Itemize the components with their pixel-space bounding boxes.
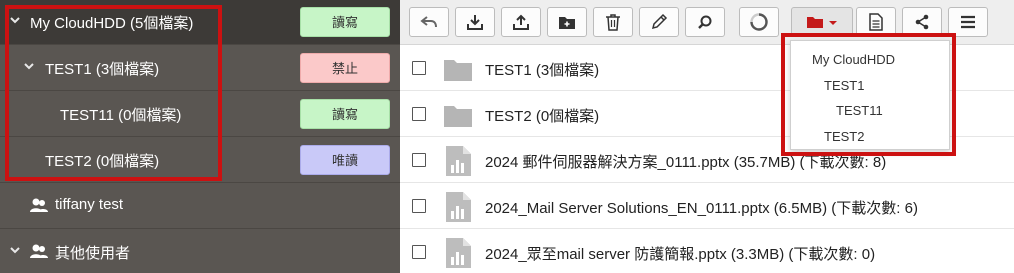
file-name[interactable]: 2024_眾至mail server 防護簡報.pptx (3.3MB) (下載… [485, 243, 875, 264]
back-icon [420, 16, 437, 28]
permission-badge-readwrite[interactable]: 讀寫 [300, 7, 390, 37]
folder-move-icon [807, 17, 837, 28]
sidebar-user-others[interactable]: 其他使用者 [0, 230, 400, 273]
row-checkbox[interactable] [412, 153, 426, 167]
presentation-file-icon [446, 146, 471, 176]
permission-badge-readwrite[interactable]: 讀寫 [300, 99, 390, 129]
upload-icon [513, 14, 529, 30]
row-checkbox[interactable] [412, 245, 426, 259]
download-button[interactable] [455, 7, 495, 37]
chevron-down-icon[interactable] [22, 59, 36, 73]
folder-icon [444, 60, 472, 81]
menu-icon [961, 15, 975, 29]
sidebar-item-test2[interactable]: TEST2 (0個檔案) 唯讀 [0, 138, 400, 183]
file-row[interactable]: 2024_眾至mail server 防護簡報.pptx (3.3MB) (下載… [400, 230, 1014, 273]
chevron-down-icon[interactable] [8, 243, 22, 257]
properties-button[interactable] [856, 7, 896, 37]
pencil-icon [651, 13, 668, 30]
file-name[interactable]: TEST2 (0個檔案) [485, 105, 599, 126]
presentation-file-icon [446, 192, 471, 222]
sidebar-user-tiffany-test[interactable]: tiffany test [0, 184, 400, 229]
menu-button[interactable] [948, 7, 988, 37]
sidebar-item-label: TEST1 (3個檔案) [45, 61, 160, 78]
folder-sidebar: My CloudHDD (5個檔案) 讀寫 TEST1 (3個檔案) 禁止 TE… [0, 0, 400, 273]
document-icon [869, 13, 883, 31]
row-checkbox[interactable] [412, 199, 426, 213]
download-icon [467, 15, 483, 30]
search-icon [698, 15, 712, 29]
row-checkbox[interactable] [412, 61, 426, 75]
row-checkbox[interactable] [412, 107, 426, 121]
file-name[interactable]: 2024 郵件伺服器解決方案_0111.pptx (35.7MB) (下載次數:… [485, 151, 886, 172]
new-folder-button[interactable] [547, 7, 587, 37]
spinner-icon [750, 13, 768, 31]
share-button[interactable] [902, 7, 942, 37]
sidebar-user-label: tiffany test [55, 196, 124, 213]
upload-button[interactable] [501, 7, 541, 37]
permission-badge-readonly[interactable]: 唯讀 [300, 145, 390, 175]
menu-item-test11[interactable]: TEST11 [836, 103, 883, 118]
new-folder-icon [559, 17, 575, 29]
sidebar-user-label: 其他使用者 [55, 245, 131, 262]
sidebar-item-label: My CloudHDD (5個檔案) [30, 15, 194, 32]
chevron-down-icon[interactable] [8, 13, 22, 27]
back-button[interactable] [409, 7, 449, 37]
delete-button[interactable] [593, 7, 633, 37]
sidebar-item-label: TEST2 (0個檔案) [45, 153, 160, 170]
file-name[interactable]: TEST1 (3個檔案) [485, 59, 599, 80]
file-row[interactable]: 2024_Mail Server Solutions_EN_0111.pptx … [400, 184, 1014, 229]
menu-item-my-cloudhdd[interactable]: My CloudHDD [812, 52, 895, 67]
users-icon [30, 244, 48, 258]
refresh-button[interactable] [739, 7, 779, 37]
trash-icon [606, 14, 620, 31]
permission-badge-deny[interactable]: 禁止 [300, 53, 390, 83]
sidebar-item-test1[interactable]: TEST1 (3個檔案) 禁止 [0, 46, 400, 91]
presentation-file-icon [446, 238, 471, 268]
toolbar [400, 0, 1014, 45]
sidebar-item-label: TEST11 (0個檔案) [60, 107, 182, 124]
users-icon [30, 198, 48, 212]
move-to-folder-dropdown-button[interactable] [791, 7, 853, 37]
search-button[interactable] [685, 7, 725, 37]
menu-item-test2[interactable]: TEST2 [824, 129, 864, 144]
move-to-folder-menu: My CloudHDD TEST1 TEST11 TEST2 [790, 40, 950, 150]
file-name[interactable]: 2024_Mail Server Solutions_EN_0111.pptx … [485, 197, 918, 218]
share-icon [915, 14, 929, 30]
sidebar-item-my-cloudhdd[interactable]: My CloudHDD (5個檔案) 讀寫 [0, 0, 400, 45]
sidebar-item-test11[interactable]: TEST11 (0個檔案) 讀寫 [0, 92, 400, 137]
rename-button[interactable] [639, 7, 679, 37]
folder-icon [444, 106, 472, 127]
menu-item-test1[interactable]: TEST1 [824, 78, 864, 93]
